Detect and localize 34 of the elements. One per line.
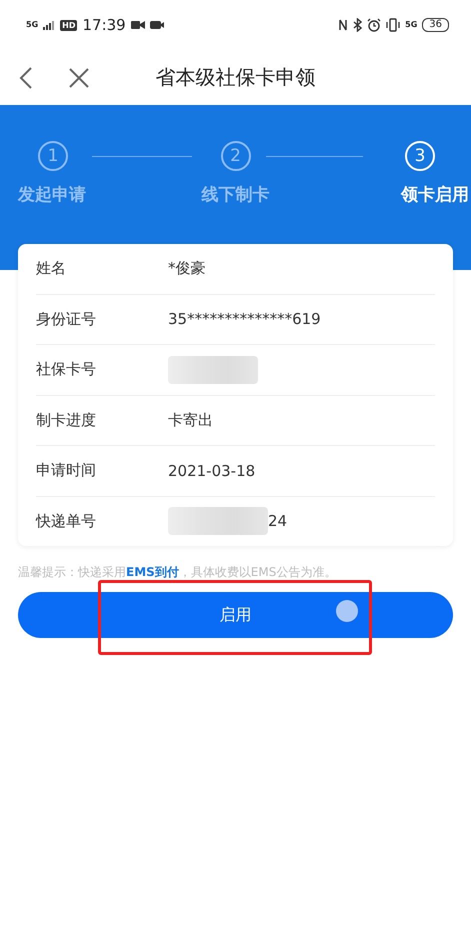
alarm-clock-icon [367,18,382,32]
step-label: 线下制卡 [202,184,270,206]
field-label: 姓名 [36,259,67,278]
field-value: 卡寄出 [168,410,213,430]
field-label: 制卡进度 [36,410,97,430]
field-value: 24 [268,512,288,530]
field-label: 快递单号 [36,512,97,531]
signal-icon [43,20,56,30]
step-number: 2 [220,141,250,171]
video-camera-icon [150,20,164,30]
nfc-icon [338,18,348,32]
step-number: 3 [405,141,435,171]
notice-text: 温馨提示：快递采用EMS到付，具体收费以EMS公告为准。 [18,564,338,581]
field-value: 2021-03-18 [168,462,256,480]
hd-badge: HD [60,20,78,30]
field-value: *俊豪 [168,259,206,278]
step-number: 1 [38,141,68,171]
activate-button[interactable]: 启用 [18,592,453,638]
page-title: 省本级社保卡申领 [156,64,316,91]
network-label: 5G [26,21,38,29]
field-label: 社保卡号 [36,360,97,380]
field-label: 身份证号 [36,310,97,329]
back-icon [18,66,34,90]
field-value: 35**************619 [168,310,321,328]
network-label: 5G [405,21,418,29]
clock-time: 17:39 [82,16,126,34]
field-label: 申请时间 [36,461,97,480]
close-icon [68,66,90,88]
step-label: 发起申请 [18,184,86,206]
step-label: 领卡启用 [401,184,469,206]
battery-indicator: 36 [422,18,449,32]
bluetooth-icon [353,18,362,32]
video-camera-icon [130,20,145,30]
vibrate-icon [386,18,400,32]
